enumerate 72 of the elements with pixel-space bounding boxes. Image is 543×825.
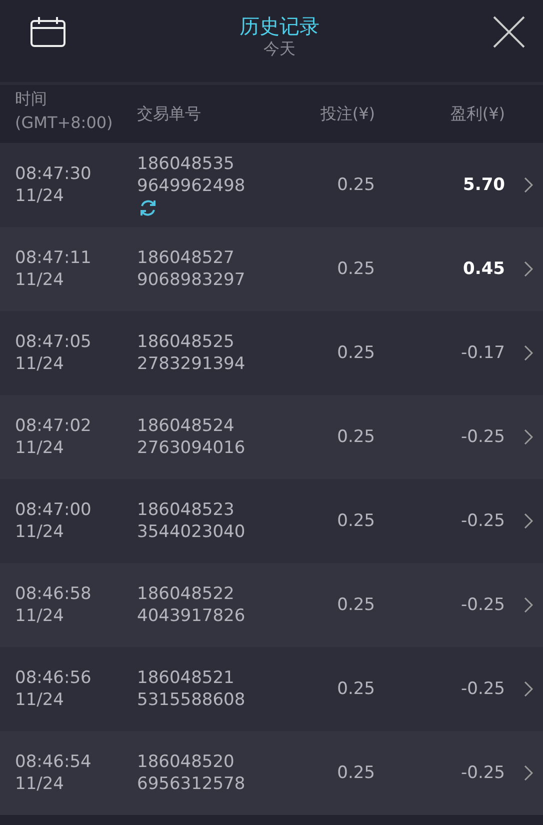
trade-date: 11/24 — [15, 773, 64, 795]
trade-time: 08:47:11 — [15, 247, 92, 269]
trade-date: 11/24 — [15, 689, 64, 711]
trade-time: 08:46:54 — [15, 751, 92, 773]
stake-amount: 0.25 — [337, 258, 375, 280]
chevron-right-icon[interactable] — [524, 345, 532, 361]
close-icon[interactable] — [493, 16, 525, 48]
profit-amount: -0.25 — [461, 426, 505, 448]
order-number: 186048525 — [137, 331, 234, 353]
profit-amount: -0.25 — [461, 510, 505, 532]
profit-amount: 0.45 — [463, 258, 505, 280]
table-row[interactable]: 08:47:30 11/24 186048535 9649962498 0.25 5.70 — [0, 143, 543, 227]
chevron-right-icon[interactable] — [524, 681, 532, 697]
order-number: 9068983297 — [137, 269, 246, 291]
chevron-right-icon[interactable] — [524, 261, 532, 277]
order-number: 6956312578 — [137, 773, 246, 795]
trade-time: 08:47:05 — [15, 331, 92, 353]
column-header: 时间 (GMT+8:00) — [15, 88, 114, 134]
profit-amount: -0.25 — [461, 678, 505, 700]
order-number: 186048521 — [137, 667, 234, 689]
order-number: 2763094016 — [137, 437, 246, 459]
trade-time: 08:47:02 — [15, 415, 92, 437]
trade-date: 11/24 — [15, 353, 64, 375]
stake-amount: 0.25 — [337, 174, 375, 196]
profit-amount: -0.25 — [461, 762, 505, 784]
table-row[interactable]: 08:46:56 11/24 186048521 5315588608 0.25 -0.25 — [0, 647, 543, 731]
stake-amount: 0.25 — [337, 762, 375, 784]
table-row[interactable]: 08:47:02 11/24 186048524 2763094016 0.25 -0.25 — [0, 395, 543, 479]
chevron-right-icon[interactable] — [524, 597, 532, 613]
order-number: 186048527 — [137, 247, 234, 269]
trade-time: 08:46:58 — [15, 583, 92, 605]
trade-date: 11/24 — [15, 437, 64, 459]
trade-date: 11/24 — [15, 185, 64, 207]
column-header: 投注(¥) — [320, 103, 375, 125]
chevron-right-icon[interactable] — [524, 429, 532, 445]
table-row[interactable]: 08:47:05 11/24 186048525 2783291394 0.25 -0.17 — [0, 311, 543, 395]
stake-amount: 0.25 — [337, 678, 375, 700]
table-row[interactable]: 08:47:00 11/24 186048523 3544023040 0.25 -0.25 — [0, 479, 543, 563]
stake-amount: 0.25 — [337, 594, 375, 616]
trade-date: 11/24 — [15, 605, 64, 627]
table-row[interactable]: 08:47:11 11/24 186048527 9068983297 0.25 0.45 — [0, 227, 543, 311]
column-header: 交易单号 — [137, 103, 202, 125]
order-number: 2783291394 — [137, 353, 246, 375]
profit-amount: -0.17 — [461, 342, 505, 364]
order-number: 186048524 — [137, 415, 234, 437]
stake-amount: 0.25 — [337, 342, 375, 364]
order-number: 186048522 — [137, 583, 234, 605]
table-row[interactable]: 08:46:58 11/24 186048522 4043917826 0.25 -0.25 — [0, 563, 543, 647]
trade-time: 08:47:30 — [15, 163, 92, 185]
stake-amount: 0.25 — [337, 426, 375, 448]
order-number: 186048535 — [137, 153, 234, 175]
calendar-icon[interactable] — [30, 16, 66, 48]
column-header: 盈利(¥) — [450, 103, 505, 125]
chevron-right-icon[interactable] — [524, 177, 532, 193]
order-number: 3544023040 — [137, 521, 246, 543]
order-number: 186048520 — [137, 751, 234, 773]
trade-date: 11/24 — [15, 521, 64, 543]
trade-time: 08:46:56 — [15, 667, 92, 689]
trade-time: 08:47:00 — [15, 499, 92, 521]
trade-date: 11/24 — [15, 269, 64, 291]
chevron-right-icon[interactable] — [524, 513, 532, 529]
table-row[interactable]: 08:46:54 11/24 186048520 6956312578 0.25 -0.25 — [0, 731, 543, 815]
chevron-right-icon[interactable] — [524, 765, 532, 781]
profit-amount: -0.25 — [461, 594, 505, 616]
date-filter-label: 今天 — [264, 39, 296, 59]
stake-amount: 0.25 — [337, 510, 375, 532]
order-number: 5315588608 — [137, 689, 246, 711]
order-number: 9649962498 — [137, 175, 246, 197]
profit-amount: 5.70 — [463, 174, 505, 196]
order-number: 4043917826 — [137, 605, 246, 627]
order-number: 186048523 — [137, 499, 234, 521]
page-title: 历史记录 — [240, 13, 320, 39]
